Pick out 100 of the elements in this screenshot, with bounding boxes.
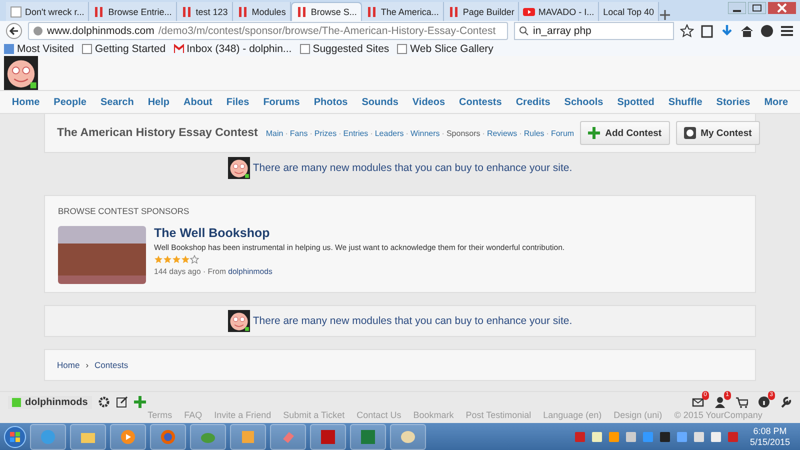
- contest-link[interactable]: Reviews: [486, 128, 518, 138]
- browser-tab[interactable]: Browse S...: [290, 2, 362, 21]
- mail-icon[interactable]: [692, 396, 704, 408]
- maximize-icon[interactable]: [748, 2, 766, 14]
- tray-icon[interactable]: [590, 430, 603, 442]
- download-icon[interactable]: [720, 24, 734, 38]
- separator: ·: [442, 128, 444, 138]
- tray-icon[interactable]: [624, 430, 637, 442]
- bars-icon: [448, 6, 460, 18]
- status-icon: [12, 398, 21, 406]
- nav-link[interactable]: About: [184, 96, 212, 108]
- info-icon[interactable]: [758, 396, 770, 408]
- favorites-item[interactable]: Web Slice Gallery: [397, 42, 494, 54]
- nav-link[interactable]: People: [54, 96, 86, 108]
- bookmark-icon: [4, 44, 14, 54]
- browser-tab[interactable]: The America...: [362, 2, 444, 21]
- nav-link[interactable]: Forums: [263, 96, 300, 108]
- nav-link[interactable]: Search: [100, 96, 134, 108]
- page-icon: [10, 6, 22, 18]
- favorites-item[interactable]: Inbox (348) - dolphin...: [174, 42, 292, 54]
- nav-link[interactable]: Credits: [516, 96, 550, 108]
- nav-link[interactable]: Spotted: [617, 96, 654, 108]
- star-icon: [163, 255, 172, 264]
- contest-link[interactable]: Forum: [550, 128, 574, 138]
- back-icon[interactable]: [6, 23, 22, 39]
- bars-icon: [93, 6, 106, 18]
- favorites-item[interactable]: Most Visited: [4, 42, 74, 54]
- person-icon[interactable]: [714, 396, 726, 408]
- breadcrumb-link[interactable]: Home: [57, 360, 80, 370]
- browser-tab[interactable]: test 123: [176, 2, 233, 21]
- nav-link[interactable]: Photos: [314, 96, 348, 108]
- plus-icon: [588, 127, 600, 139]
- star-icon[interactable]: [680, 24, 694, 38]
- clock-date: 5/15/2015: [750, 436, 790, 448]
- nav-link[interactable]: Stories: [716, 96, 750, 108]
- separator: ·: [519, 128, 522, 138]
- address-field[interactable]: www.dolphinmods.com /demo3/m/contest/sponsor/browse/The-American-History-Essay-Contest: [28, 22, 508, 40]
- section-heading: BROWSE CONTEST SPONSORS: [58, 206, 190, 216]
- close-icon[interactable]: [768, 2, 796, 14]
- nav-link[interactable]: Home: [12, 96, 40, 108]
- search-icon: [519, 26, 529, 36]
- separator: ·: [285, 128, 288, 138]
- nav-link[interactable]: Shuffle: [668, 96, 702, 108]
- browser-tab[interactable]: Don't wreck r...: [6, 2, 90, 21]
- page-icon: [300, 44, 310, 54]
- bars-icon: [180, 6, 193, 18]
- plus-icon[interactable]: [134, 396, 146, 408]
- tray-icon[interactable]: [692, 430, 705, 442]
- nav-link[interactable]: Schools: [564, 96, 604, 108]
- contest-link[interactable]: Leaders: [374, 128, 404, 138]
- start-icon[interactable]: [4, 426, 26, 448]
- gear-icon[interactable]: [98, 396, 110, 408]
- star-icon: [154, 255, 163, 264]
- nav-link[interactable]: Sounds: [362, 96, 398, 108]
- contest-title: The American History Essay Contest: [57, 127, 258, 139]
- contest-link[interactable]: Main: [266, 128, 284, 138]
- avatar-icon: [228, 157, 250, 179]
- new-tab-icon[interactable]: [658, 9, 671, 21]
- home-icon[interactable]: [740, 24, 754, 38]
- tray-icon[interactable]: [710, 430, 722, 442]
- contest-link[interactable]: Rules: [524, 128, 544, 138]
- tray-icon[interactable]: [608, 430, 620, 442]
- star-icon: [172, 255, 181, 264]
- bars-icon: [366, 6, 378, 18]
- breadcrumb-link[interactable]: Contests: [94, 360, 128, 370]
- sponsor-name[interactable]: The Well Bookshop: [154, 226, 565, 240]
- nav-link[interactable]: More: [764, 96, 788, 108]
- my-contest-button[interactable]: My Contest: [676, 121, 760, 145]
- nav-link[interactable]: Help: [148, 96, 170, 108]
- bars-icon: [236, 6, 249, 18]
- favorites-item[interactable]: Getting Started: [82, 42, 166, 54]
- tray-icon[interactable]: [658, 430, 671, 442]
- tray-icon[interactable]: [676, 430, 688, 442]
- edit-icon[interactable]: [116, 396, 128, 408]
- menu-icon[interactable]: [780, 24, 794, 38]
- minimize-icon[interactable]: [728, 2, 746, 14]
- page-icon: [82, 44, 92, 54]
- separator: ·: [370, 128, 373, 138]
- contest-link[interactable]: Entries: [343, 128, 368, 138]
- wrench-icon[interactable]: [780, 396, 792, 408]
- contest-link[interactable]: Winners: [410, 128, 440, 138]
- nav-link[interactable]: Contests: [459, 96, 502, 108]
- nav-link[interactable]: Files: [226, 96, 250, 108]
- browser-tab[interactable]: Page Builder: [444, 2, 520, 21]
- cart-icon[interactable]: [736, 396, 748, 408]
- favorites-item[interactable]: Suggested Sites: [300, 42, 390, 54]
- media-icon[interactable]: [120, 428, 136, 444]
- contest-link[interactable]: Fans: [290, 128, 308, 138]
- contest-link[interactable]: Sponsors: [446, 128, 480, 138]
- add-contest-button[interactable]: Add Contest: [580, 121, 670, 145]
- nav-link[interactable]: Videos: [412, 96, 446, 108]
- browser-tab[interactable]: Modules: [232, 2, 291, 21]
- search-field[interactable]: in_array php: [514, 22, 674, 40]
- user-menu[interactable]: dolphinmods: [8, 396, 92, 408]
- separator: ·: [338, 128, 342, 138]
- contest-link[interactable]: Prizes: [314, 128, 337, 138]
- browser-tab[interactable]: Browse Entrie...: [89, 2, 177, 21]
- chevron-icon: ›: [86, 360, 89, 370]
- browser-tab[interactable]: MAVADO - I...: [519, 2, 600, 21]
- browser-tab[interactable]: Local Top 40: [599, 2, 659, 21]
